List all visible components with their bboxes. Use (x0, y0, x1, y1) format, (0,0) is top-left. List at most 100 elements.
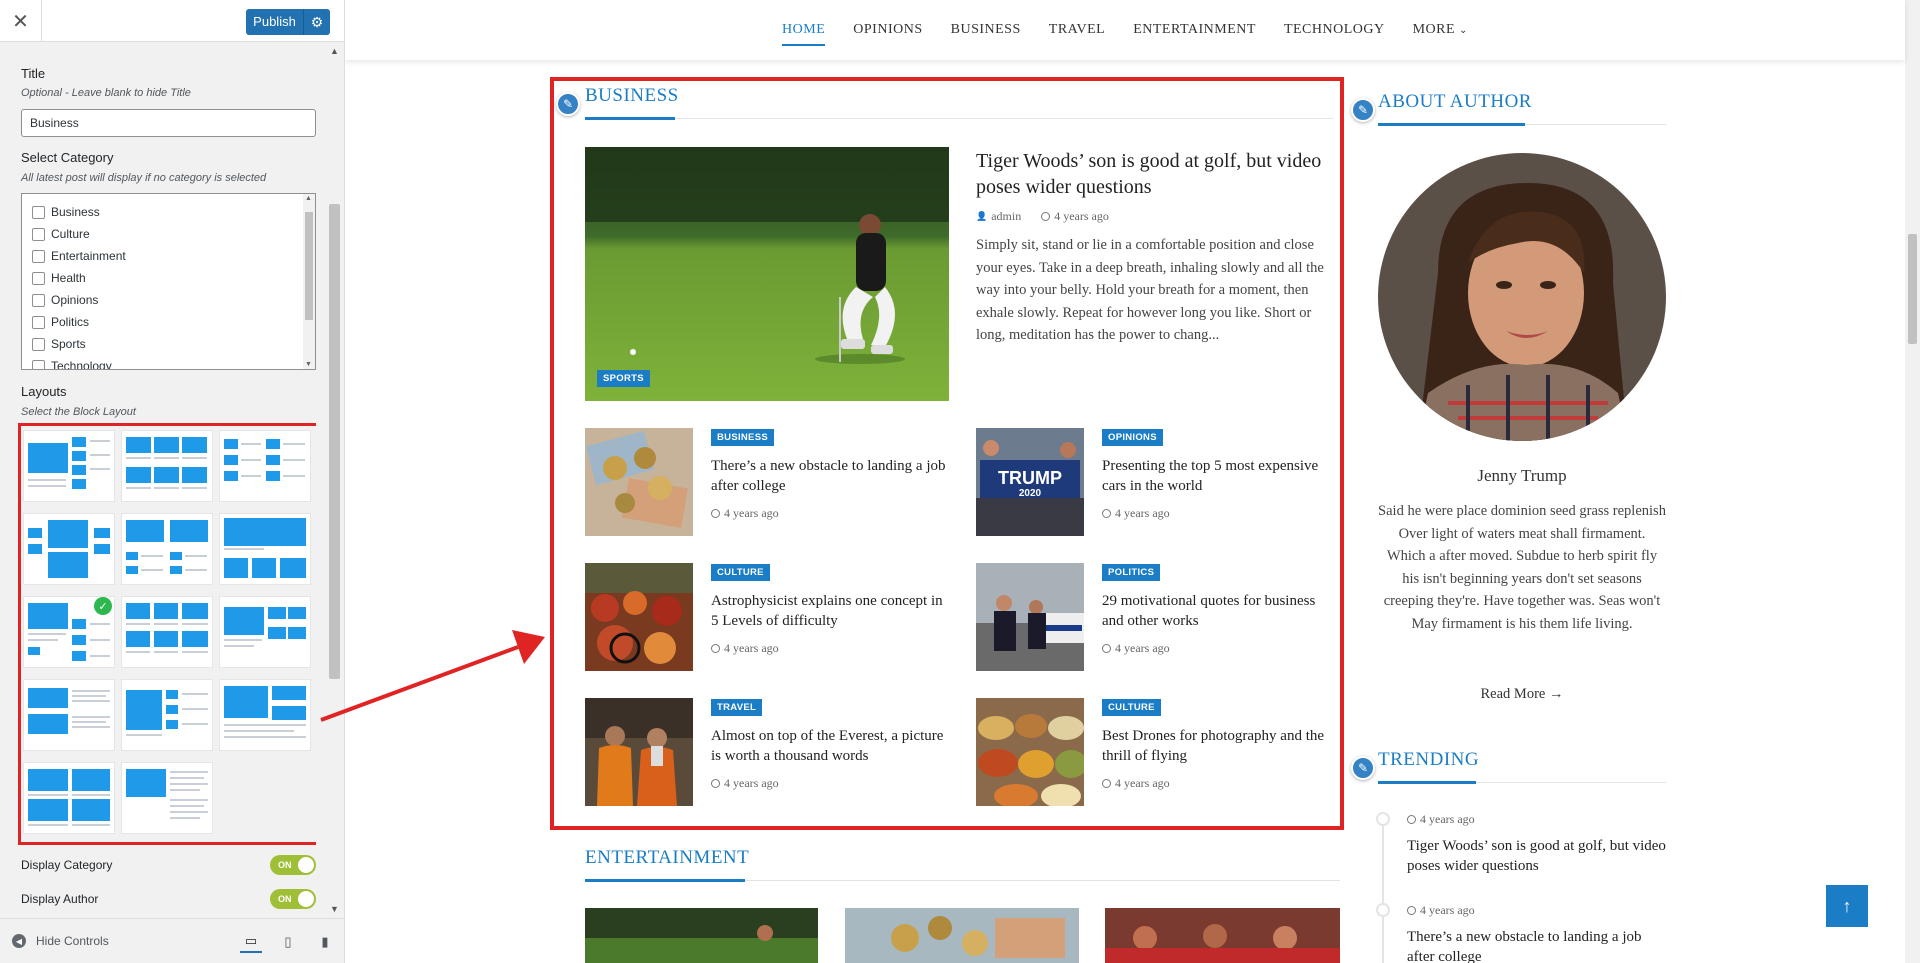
customizer-footer: ◀ Hide Controls ▭ ▯ ▮ (0, 918, 344, 963)
nav-home[interactable]: HOME (782, 14, 826, 46)
layout-option-4[interactable] (24, 514, 114, 584)
post-image-sadhus[interactable] (585, 698, 693, 806)
gear-icon[interactable]: ⚙ (304, 14, 330, 31)
nav-more[interactable]: MORE ⌄ (1413, 14, 1468, 46)
entertainment-heading: ENTERTAINMENT (585, 847, 750, 868)
checkbox[interactable] (32, 315, 45, 329)
customizer-panel: Title Optional - Leave blank to hide Tit… (10, 48, 316, 918)
post-title[interactable]: Almost on top of the Everest, a picture … (711, 726, 956, 766)
category-tag[interactable]: OPINIONS (1102, 429, 1163, 446)
read-more-link[interactable]: Read More → (1378, 686, 1666, 703)
entertainment-image-3[interactable] (1105, 908, 1340, 963)
category-scrollbar[interactable]: ▲ ▼ (303, 194, 315, 369)
desktop-preview-icon[interactable]: ▭ (240, 931, 262, 953)
preview-scrollbar[interactable] (1905, 0, 1920, 963)
featured-image-golf[interactable] (585, 147, 949, 401)
layout-option-13[interactable] (24, 763, 114, 833)
nav-technology[interactable]: TECHNOLOGY (1284, 14, 1385, 46)
checkbox[interactable] (32, 271, 45, 285)
post-title[interactable]: There’s a new obstacle to landing a job … (711, 456, 951, 496)
category-option[interactable]: Entertainment (32, 247, 126, 265)
checkbox[interactable] (32, 205, 45, 219)
trending-title[interactable]: Tiger Woods’ son is good at golf, but vi… (1407, 836, 1669, 876)
clock-icon (1102, 509, 1111, 518)
post-title[interactable]: Best Drones for photography and the thri… (1102, 726, 1342, 766)
site-preview: HOME OPINIONS BUSINESS TRAVEL ENTERTAINM… (345, 0, 1920, 963)
layouts-label: Layouts (21, 384, 67, 399)
category-list: Business Culture Entertainment Health Op… (21, 193, 316, 370)
scroll-down-icon[interactable]: ▼ (330, 904, 339, 914)
edit-pencil-icon[interactable]: ✎ (1351, 756, 1375, 780)
category-option[interactable]: Health (32, 269, 86, 287)
entertainment-image-2[interactable] (845, 908, 1079, 963)
post-image-rally[interactable]: TRUMP 2020 (976, 428, 1084, 536)
layout-option-3[interactable] (220, 431, 310, 501)
layout-option-5[interactable] (122, 514, 212, 584)
post-meta: 4 years ago (711, 641, 779, 656)
layout-option-14[interactable] (122, 763, 212, 833)
mobile-preview-icon[interactable]: ▮ (314, 931, 336, 953)
hide-controls-button[interactable]: ◀ Hide Controls (12, 934, 109, 948)
category-tag[interactable]: CULTURE (711, 564, 770, 581)
category-tag[interactable]: TRAVEL (711, 699, 763, 716)
layout-option-6[interactable] (220, 514, 310, 584)
scroll-up-icon[interactable]: ▲ (330, 46, 339, 56)
nav-business[interactable]: BUSINESS (951, 14, 1021, 46)
nav-opinions[interactable]: OPINIONS (853, 14, 922, 46)
category-option[interactable]: Business (32, 203, 100, 221)
layout-option-12[interactable] (220, 680, 310, 750)
post-image-money[interactable] (585, 428, 693, 536)
checkbox[interactable] (32, 249, 45, 263)
layout-option-2[interactable] (122, 431, 212, 501)
publish-button[interactable]: Publish ⚙ (246, 9, 330, 35)
scroll-thumb[interactable] (1908, 234, 1917, 344)
post-image-market[interactable] (585, 563, 693, 671)
post-title[interactable]: Astrophysicist explains one concept in 5… (711, 591, 951, 631)
layout-option-9[interactable] (220, 597, 310, 667)
display-author-toggle[interactable]: ON (270, 889, 316, 909)
post-title[interactable]: Presenting the top 5 most expensive cars… (1102, 456, 1337, 496)
category-option[interactable]: Culture (32, 225, 90, 243)
category-tag[interactable]: BUSINESS (711, 429, 774, 446)
layout-option-8[interactable] (122, 597, 212, 667)
post-title[interactable]: 29 motivational quotes for business and … (1102, 591, 1337, 631)
checkbox[interactable] (32, 227, 45, 241)
category-label: Select Category (21, 150, 114, 165)
display-author-row: Display Author ON (21, 888, 316, 910)
entertainment-image-1[interactable] (585, 908, 818, 963)
back-to-top-button[interactable]: ↑ (1826, 885, 1868, 927)
edit-pencil-icon[interactable]: ✎ (1351, 98, 1375, 122)
category-tag[interactable]: SPORTS (597, 370, 650, 387)
post-image-spices[interactable] (976, 698, 1084, 806)
nav-entertainment[interactable]: ENTERTAINMENT (1133, 14, 1256, 46)
layout-option-1[interactable] (24, 431, 114, 501)
checkbox[interactable] (32, 337, 45, 351)
about-heading-rule (1378, 123, 1666, 126)
title-input[interactable] (21, 109, 316, 137)
category-option[interactable]: Politics (32, 313, 89, 331)
post-image-police[interactable] (976, 563, 1084, 671)
customizer-scrollbar[interactable]: ▲ ▼ (325, 42, 344, 918)
checkbox[interactable] (32, 359, 45, 369)
scroll-thumb[interactable] (329, 204, 340, 679)
tablet-preview-icon[interactable]: ▯ (277, 931, 299, 953)
close-icon[interactable]: ✕ (0, 0, 42, 42)
trending-heading-rule (1378, 781, 1666, 784)
timeline-line (1382, 815, 1384, 963)
category-option[interactable]: Sports (32, 335, 86, 353)
layout-option-11[interactable] (122, 680, 212, 750)
category-tag[interactable]: CULTURE (1102, 699, 1161, 716)
layout-picker: ✓ (18, 423, 316, 845)
category-tag[interactable]: POLITICS (1102, 564, 1161, 581)
display-category-toggle[interactable]: ON (270, 855, 316, 875)
nav-travel[interactable]: TRAVEL (1049, 14, 1105, 46)
clock-icon (1102, 779, 1111, 788)
author-avatar (1378, 153, 1666, 441)
category-option[interactable]: Technology (32, 357, 112, 369)
trending-title[interactable]: There’s a new obstacle to landing a job … (1407, 927, 1669, 963)
layout-option-7-selected[interactable]: ✓ (24, 597, 114, 667)
featured-post-title[interactable]: Tiger Woods’ son is good at golf, but vi… (976, 148, 1336, 200)
layout-option-10[interactable] (24, 680, 114, 750)
category-option[interactable]: Opinions (32, 291, 98, 309)
checkbox[interactable] (32, 293, 45, 307)
